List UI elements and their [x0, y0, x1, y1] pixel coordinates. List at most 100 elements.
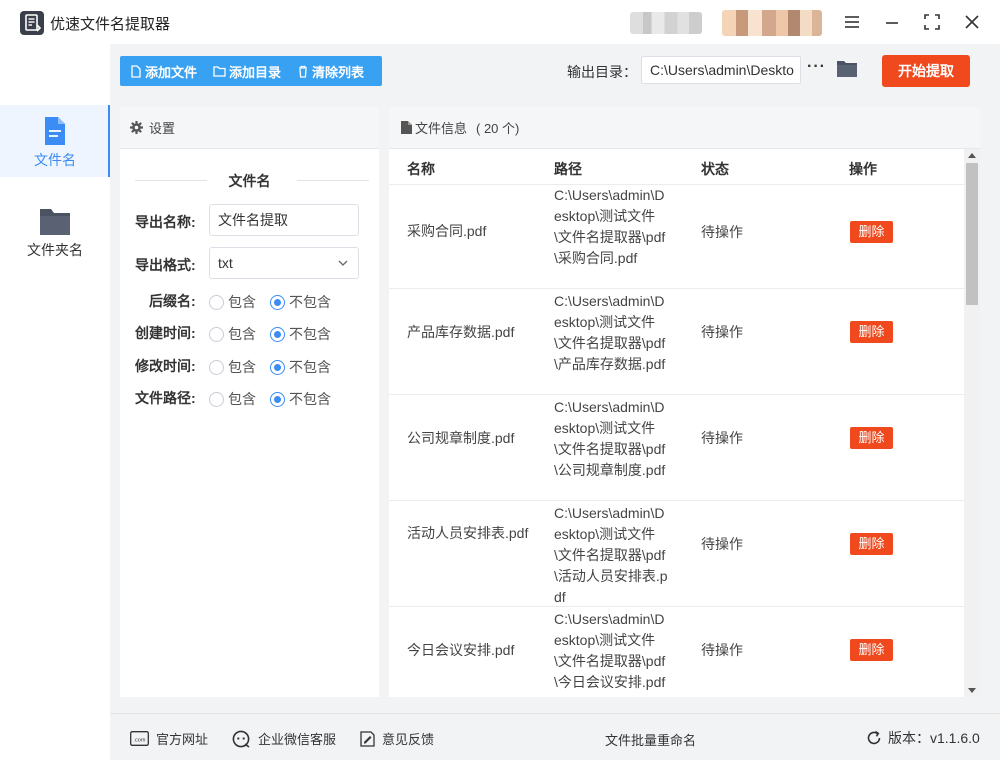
delete-button[interactable]: 删除 [850, 427, 893, 449]
feedback-label: 意见反馈 [382, 732, 435, 747]
modify-time-exclude-radio[interactable]: 不包含 [270, 357, 331, 377]
feedback-link[interactable]: 意见反馈 [360, 729, 434, 748]
website-icon: .com [130, 731, 149, 746]
version-label: 版本：v1.1.6.0 [888, 730, 980, 746]
delete-button[interactable]: 删除 [850, 221, 893, 243]
file-name-cell: 产品库存数据.pdf [407, 324, 515, 340]
radio-label: 包含 [228, 391, 256, 407]
export-format-value: txt [218, 255, 233, 271]
add-file-label: 添加文件 [145, 64, 198, 80]
delete-button[interactable]: 删除 [850, 533, 893, 555]
minimize-icon[interactable] [880, 10, 904, 34]
delete-button[interactable]: 删除 [850, 321, 893, 343]
column-header-name: 名称 [407, 161, 435, 177]
sidebar-item-filename[interactable]: 文件名 [0, 105, 110, 177]
feedback-icon [360, 730, 375, 747]
start-extract-button[interactable]: 开始提取 [882, 55, 970, 87]
scroll-up-arrow[interactable] [968, 153, 976, 158]
file-info-header: 文件信息 ( 20 个) [389, 107, 980, 149]
radio-label: 包含 [228, 359, 256, 375]
settings-panel: 设置 文件名 导出名称: 文件名提取 导出格式: txt 后缀名: 包含 不包含… [120, 107, 379, 697]
footer: .com 官方网址 企业微信客服 意见反馈 文件批量重命名 版本：v1.1.6.… [110, 713, 1000, 760]
sidebar-item-label: 文件夹名 [27, 242, 83, 258]
add-file-button[interactable]: 添加文件 [120, 56, 203, 86]
clear-list-button[interactable]: 清除列表 [287, 56, 370, 86]
radio-circle-checked [270, 391, 285, 407]
file-count: ( 20 个) [476, 121, 520, 136]
maximize-icon[interactable] [920, 10, 944, 34]
create-time-exclude-radio[interactable]: 不包含 [270, 324, 331, 344]
export-format-label: 导出格式: [135, 257, 196, 273]
file-path-cell: C:\Users\admin\Desktop\测试文件\文件名提取器\pdf\公… [554, 399, 666, 478]
create-time-include-radio[interactable]: 包含 [209, 324, 256, 344]
close-icon[interactable] [960, 10, 984, 34]
file-path-radio-group: 包含 不包含 [209, 389, 345, 409]
main-area: 添加文件 添加目录 清除列表 输出目录： C:\Users\admin\Desk… [110, 44, 1000, 760]
svg-text:.com: .com [134, 738, 146, 744]
settings-header: 设置 [120, 107, 379, 149]
menu-icon[interactable] [840, 10, 864, 34]
create-time-radio-group: 包含 不包含 [209, 324, 345, 344]
radio-label: 不包含 [289, 294, 331, 310]
file-path-cell: C:\Users\admin\Desktop\测试文件\文件名提取器\pdf\产… [554, 293, 666, 372]
vertical-scrollbar[interactable] [964, 149, 980, 697]
output-dir-input[interactable]: C:\Users\admin\Deskto [641, 56, 801, 84]
document-icon [401, 121, 412, 134]
output-dir-label: 输出目录： [567, 64, 637, 80]
blurred-avatar [722, 10, 822, 36]
modify-time-include-radio[interactable]: 包含 [209, 357, 256, 377]
radio-label: 包含 [228, 326, 256, 342]
suffix-exclude-radio[interactable]: 不包含 [270, 292, 331, 312]
radio-label: 不包含 [289, 326, 331, 342]
add-directory-label: 添加目录 [229, 64, 282, 80]
suffix-include-radio[interactable]: 包含 [209, 292, 256, 312]
radio-circle-checked [270, 326, 285, 342]
radio-circle [209, 359, 224, 375]
chevron-down-icon [338, 260, 348, 266]
suffix-label: 后缀名: [149, 293, 196, 309]
table-body: 采购合同.pdf C:\Users\admin\Desktop\测试文件\文件名… [389, 185, 964, 697]
file-path-cell: C:\Users\admin\Desktop\测试文件\文件名提取器\pdf\今… [554, 611, 666, 690]
table-row[interactable]: 产品库存数据.pdf C:\Users\admin\Desktop\测试文件\文… [389, 289, 964, 395]
app-logo [20, 11, 44, 35]
refresh-icon[interactable] [866, 730, 882, 746]
table-row[interactable]: 活动人员安排表.pdf C:\Users\admin\Desktop\测试文件\… [389, 501, 964, 607]
add-directory-button[interactable]: 添加目录 [203, 56, 287, 86]
settings-title: 设置 [149, 121, 176, 136]
open-folder-icon[interactable] [837, 60, 857, 80]
website-link[interactable]: .com 官方网址 [130, 729, 208, 748]
file-status-cell: 待操作 [701, 224, 743, 240]
export-name-input[interactable]: 文件名提取 [209, 204, 359, 236]
folder-icon [40, 207, 70, 235]
export-format-select[interactable]: txt [209, 247, 359, 279]
file-path-exclude-radio[interactable]: 不包含 [270, 389, 331, 409]
sidebar-item-label: 文件名 [34, 152, 76, 168]
radio-circle-checked [270, 294, 285, 310]
file-name-cell: 采购合同.pdf [407, 223, 487, 239]
column-header-path: 路径 [554, 161, 582, 177]
table-row[interactable]: 采购合同.pdf C:\Users\admin\Desktop\测试文件\文件名… [389, 185, 964, 289]
file-status-cell: 待操作 [701, 642, 743, 658]
scroll-down-arrow[interactable] [968, 688, 976, 693]
delete-button[interactable]: 删除 [850, 639, 893, 661]
batch-rename-link[interactable]: 文件批量重命名 [605, 730, 696, 749]
add-file-icon [131, 64, 141, 78]
wechat-support-link[interactable]: 企业微信客服 [232, 729, 336, 748]
file-icon [40, 117, 70, 145]
table-row[interactable]: 公司规章制度.pdf C:\Users\admin\Desktop\测试文件\文… [389, 395, 964, 501]
wechat-icon [232, 730, 250, 748]
file-status-cell: 待操作 [701, 324, 743, 340]
sidebar-item-foldername[interactable]: 文件夹名 [0, 195, 110, 267]
browse-more-button[interactable]: ··· [807, 58, 826, 76]
scroll-thumb[interactable] [966, 163, 978, 305]
radio-circle [209, 326, 224, 342]
column-header-status: 状态 [701, 161, 729, 177]
create-time-label: 创建时间: [135, 325, 196, 341]
table-row[interactable]: 今日会议安排.pdf C:\Users\admin\Desktop\测试文件\文… [389, 607, 964, 697]
radio-label: 不包含 [289, 359, 331, 375]
radio-label: 包含 [228, 294, 256, 310]
radio-circle-checked [270, 359, 285, 375]
export-name-label: 导出名称: [135, 214, 196, 230]
trash-icon [299, 65, 308, 78]
file-path-include-radio[interactable]: 包含 [209, 389, 256, 409]
